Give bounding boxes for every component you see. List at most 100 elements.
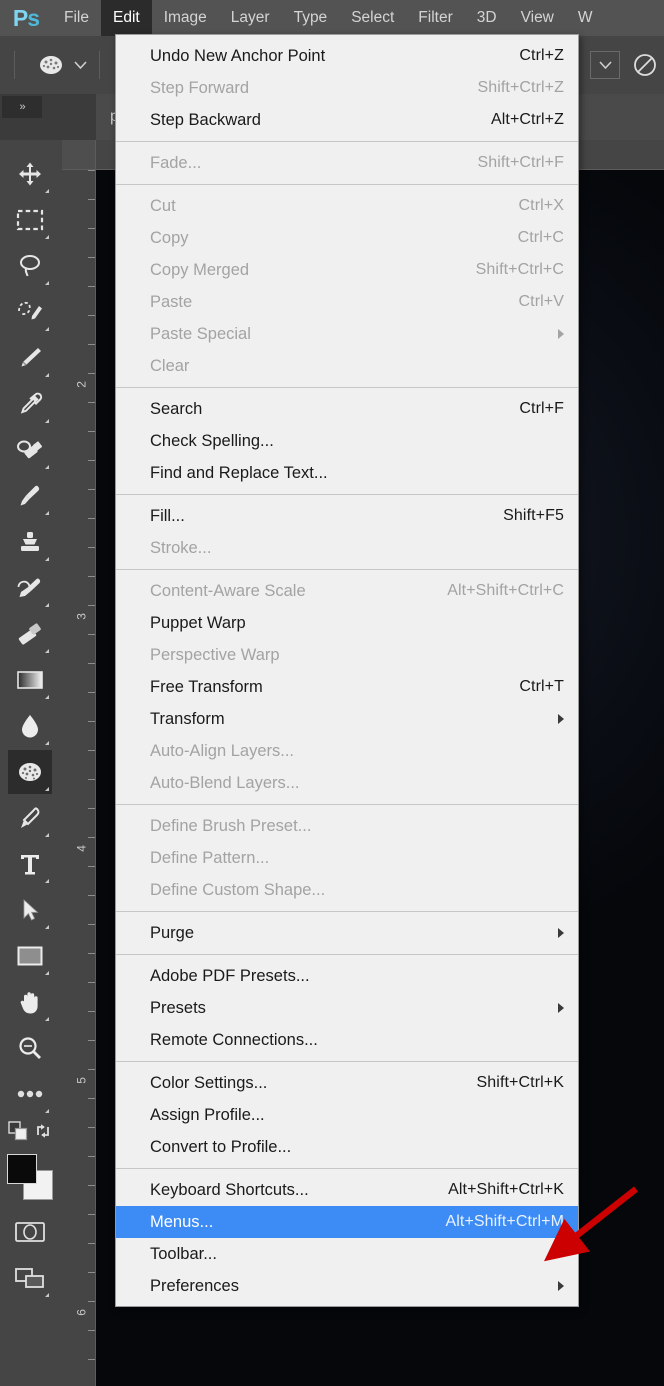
brush-tool[interactable] [8,474,52,518]
ruler-corner [62,140,96,170]
lasso-tool[interactable] [8,244,52,288]
menu-item-label: Find and Replace Text... [150,463,328,482]
ruler-tick [88,257,95,258]
sponge-icon[interactable] [33,47,69,83]
ruler-tick [88,1272,95,1273]
spot-healing-brush-tool[interactable] [8,428,52,472]
quick-selection-tool[interactable] [8,290,52,334]
sponge-tool[interactable] [8,750,52,794]
tools-panel [0,140,60,1386]
ruler-tick [88,576,95,577]
ruler-number: 6 [75,1309,89,1316]
menu-item-color-settings[interactable]: Color Settings... Shift+Ctrl+K [116,1067,578,1099]
ruler-tick [88,779,95,780]
menu-item-check-spelling[interactable]: Check Spelling... [116,425,578,457]
crop-tool[interactable] [8,336,52,380]
menu-separator [116,141,578,142]
menu-item-shortcut: Alt+Ctrl+Z [490,111,564,128]
edit-toolbar-icon[interactable] [8,1072,52,1116]
menu-item-assign-profile[interactable]: Assign Profile... [116,1099,578,1131]
ruler-tick [88,373,95,374]
menu-item-free-transform[interactable]: Free Transform Ctrl+T [116,671,578,703]
menu-item-shortcut: Alt+Shift+Ctrl+K [448,1181,564,1198]
default-colors-icon[interactable] [8,1120,28,1146]
tool-flyout-indicator [45,695,49,699]
pen-tool[interactable] [8,796,52,840]
ruler-tick [88,1185,95,1186]
menu-item-search[interactable]: Search Ctrl+F [116,393,578,425]
clone-stamp-tool[interactable] [8,520,52,564]
menubar-item-image[interactable]: Image [152,0,219,36]
menu-item-label: Check Spelling... [150,431,274,450]
panel-expand-icon[interactable]: » [2,96,42,118]
menubar-item-layer[interactable]: Layer [219,0,282,36]
menu-item-shortcut: Alt+Shift+Ctrl+M [445,1213,564,1230]
screen-mode-icon[interactable] [8,1256,52,1300]
rectangular-marquee-tool[interactable] [8,198,52,242]
menubar-item-w[interactable]: W [566,0,605,36]
ruler-number: 5 [75,1077,89,1084]
eyedropper-tool[interactable] [8,382,52,426]
menu-item-shortcut: Shift+Ctrl+Z [477,79,564,96]
menu-item-convert-to-profile[interactable]: Convert to Profile... [116,1131,578,1163]
menu-item-purge[interactable]: Purge [116,917,578,949]
tool-flyout-indicator [45,833,49,837]
foreground-color-swatch[interactable] [7,1154,37,1184]
menu-item-auto-align-layers: Auto-Align Layers... [116,735,578,767]
menu-item-label: Free Transform [150,677,263,696]
swap-colors-icon[interactable] [34,1122,52,1145]
menu-item-preferences[interactable]: Preferences [116,1270,578,1302]
quick-mask-icon[interactable] [8,1210,52,1254]
eraser-tool[interactable] [8,612,52,656]
menu-item-transform[interactable]: Transform [116,703,578,735]
menu-item-menus[interactable]: Menus... Alt+Shift+Ctrl+M [116,1206,578,1238]
menu-item-adobe-pdf-presets[interactable]: Adobe PDF Presets... [116,960,578,992]
menu-item-shortcut: Shift+Ctrl+F [477,154,564,171]
ruler-tick [88,518,95,519]
menu-item-puppet-warp[interactable]: Puppet Warp [116,607,578,639]
tool-flyout-indicator [45,235,49,239]
horizontal-type-tool[interactable] [8,842,52,886]
ruler-tick [88,953,95,954]
path-selection-tool[interactable] [8,888,52,932]
rectangle-tool[interactable] [8,934,52,978]
gradient-tool[interactable] [8,658,52,702]
menubar-item-filter[interactable]: Filter [406,0,464,36]
blur-tool[interactable] [8,704,52,748]
menu-item-step-backward[interactable]: Step Backward Alt+Ctrl+Z [116,104,578,136]
menu-item-remote-connections[interactable]: Remote Connections... [116,1024,578,1056]
ruler-tick [88,431,95,432]
chevron-down-icon[interactable] [69,53,91,77]
menubar-item-type[interactable]: Type [282,0,340,36]
menu-item-presets[interactable]: Presets [116,992,578,1024]
menubar-item-file[interactable]: File [52,0,101,36]
menu-item-shortcut: Ctrl+Z [519,47,564,64]
menu-item-keyboard-shortcuts[interactable]: Keyboard Shortcuts... Alt+Shift+Ctrl+K [116,1174,578,1206]
move-tool[interactable] [8,152,52,196]
menu-item-fill[interactable]: Fill... Shift+F5 [116,500,578,532]
menu-item-cut: Cut Ctrl+X [116,190,578,222]
ruler-tick [88,489,95,490]
ruler-tick [88,750,95,751]
menubar-item-select[interactable]: Select [339,0,406,36]
tool-flyout-indicator [45,373,49,377]
no-symbol-icon[interactable] [630,50,660,80]
menubar-item-view[interactable]: View [509,0,566,36]
menu-item-find-and-replace-text[interactable]: Find and Replace Text... [116,457,578,489]
menu-item-content-aware-scale: Content-Aware Scale Alt+Shift+Ctrl+C [116,575,578,607]
hand-tool[interactable] [8,980,52,1024]
menu-item-label: Step Forward [150,78,250,97]
history-brush-tool[interactable] [8,566,52,610]
menubar-item-edit[interactable]: Edit [100,0,152,36]
menu-item-label: Preferences [150,1276,239,1295]
menu-item-label: Fill... [150,506,185,525]
zoom-tool[interactable] [8,1026,52,1070]
menu-item-undo-new-anchor-point[interactable]: Undo New Anchor Point Ctrl+Z [116,40,578,72]
menubar-item-3d[interactable]: 3D [465,0,509,36]
tool-flyout-indicator [45,603,49,607]
menu-item-label: Perspective Warp [150,645,280,664]
tool-flyout-indicator [45,741,49,745]
menu-item-toolbar[interactable]: Toolbar... [116,1238,578,1270]
menu-item-label: Color Settings... [150,1073,268,1092]
options-dropdown-button[interactable] [590,51,620,79]
